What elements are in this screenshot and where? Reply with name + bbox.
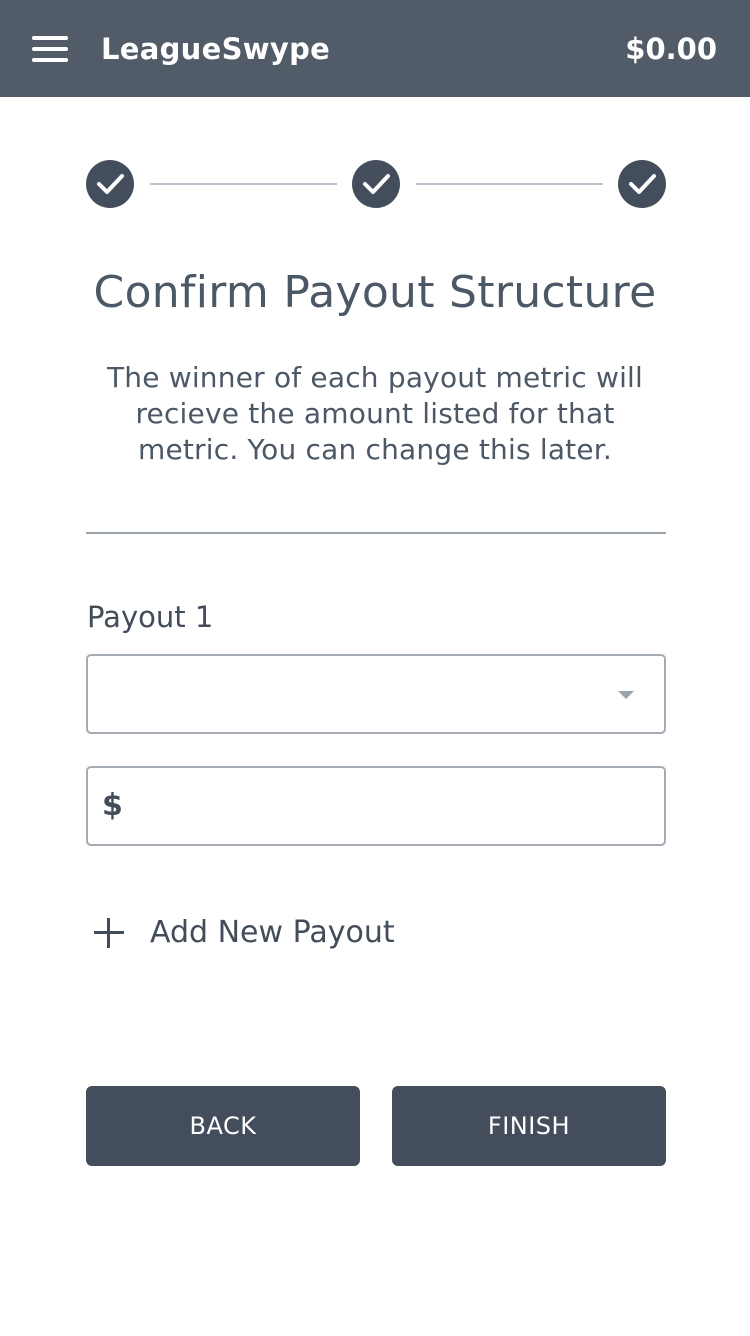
page-title: Confirm Payout Structure: [93, 267, 657, 318]
step-connector: [416, 183, 603, 185]
payout-amount-input[interactable]: [132, 770, 656, 842]
checkmark-icon: [363, 174, 390, 194]
add-new-payout-label: Add New Payout: [150, 915, 395, 950]
finish-button[interactable]: FINISH: [392, 1086, 666, 1166]
step-1-complete: [86, 160, 134, 208]
page-description: The winner of each payout metric will re…: [106, 361, 644, 466]
account-balance[interactable]: $0.00: [625, 30, 717, 68]
checkmark-icon: [97, 174, 124, 194]
top-app-bar: LeagueSwype $0.00: [0, 0, 750, 97]
payout-metric-select[interactable]: [86, 654, 666, 734]
dollar-sign-prefix: $: [102, 788, 123, 823]
payout-1-label: Payout 1: [87, 600, 214, 634]
section-divider: [86, 532, 666, 534]
back-button[interactable]: BACK: [86, 1086, 360, 1166]
step-3-complete: [618, 160, 666, 208]
step-2-complete: [352, 160, 400, 208]
app-title: LeagueSwype: [101, 32, 331, 66]
chevron-down-icon: [618, 691, 634, 699]
payout-amount-field[interactable]: $: [86, 766, 666, 846]
plus-icon: [94, 918, 124, 948]
step-connector: [150, 183, 337, 185]
hamburger-menu-icon[interactable]: [32, 36, 68, 62]
checkmark-icon: [629, 174, 656, 194]
